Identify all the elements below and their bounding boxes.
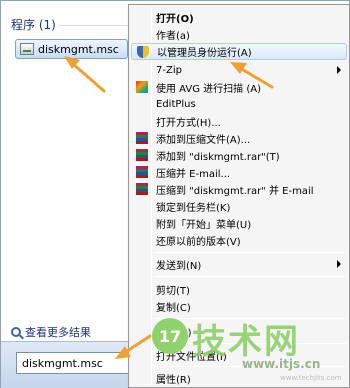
section-divider xyxy=(59,25,135,26)
watermark-badge: 17 xyxy=(152,318,188,354)
menu-item-label: 压缩到 "diskmgmt.rar" 并 E-mail xyxy=(156,186,314,197)
menu-item-cut[interactable]: 剪切(T) xyxy=(131,281,347,298)
menu-item-pin-taskbar[interactable]: 锁定到任务栏(K) xyxy=(131,198,347,215)
menu-item-label: 剪切(T) xyxy=(156,286,190,297)
search-result-label: diskmgmt.msc xyxy=(38,42,119,56)
site-watermark: 17 技术网 www.itjs.cn www.techjits.com xyxy=(152,312,342,384)
winrar-icon xyxy=(136,149,148,161)
menu-item-label: 以管理员身份运行(A) xyxy=(157,48,252,59)
menu-item-label: 添加到 "diskmgmt.rar"(T) xyxy=(156,152,280,163)
winrar-icon xyxy=(136,183,148,195)
see-more-results-link[interactable]: 查看更多结果 xyxy=(11,324,91,340)
uac-shield-icon xyxy=(137,46,149,58)
submenu-arrow-icon xyxy=(337,260,341,268)
menu-item-label: 添加到压缩文件(A)... xyxy=(156,135,251,146)
menu-separator xyxy=(154,276,346,277)
menu-item-add-to-rar[interactable]: 添加到 "diskmgmt.rar"(T) xyxy=(131,147,347,164)
disk-management-icon xyxy=(20,43,34,55)
menu-item-7zip[interactable]: 7-Zip xyxy=(131,62,347,79)
search-icon xyxy=(11,327,21,337)
menu-item-run-as-admin[interactable]: 以管理员身份运行(A) xyxy=(131,43,347,60)
menu-item-author[interactable]: 作者(a) xyxy=(131,26,347,43)
see-more-label: 查看更多结果 xyxy=(25,326,91,339)
menu-item-restore-versions[interactable]: 还原以前的版本(V) xyxy=(131,232,347,249)
submenu-arrow-icon xyxy=(337,66,341,74)
watermark-url-small: www.techjits.com xyxy=(280,374,342,382)
menu-item-editplus[interactable]: EditPlus xyxy=(131,96,347,113)
menu-item-compress-rar-email[interactable]: 压缩到 "diskmgmt.rar" 并 E-mail xyxy=(131,181,347,198)
menu-item-open[interactable]: 打开(O) xyxy=(131,9,347,26)
menu-item-label: 还原以前的版本(V) xyxy=(156,237,241,248)
menu-item-add-to-archive[interactable]: 添加到压缩文件(A)... xyxy=(131,130,347,147)
winrar-icon xyxy=(136,132,148,144)
menu-item-label: EditPlus xyxy=(156,99,196,110)
start-search-input[interactable] xyxy=(16,352,136,374)
menu-item-send-to[interactable]: 发送到(N) xyxy=(131,256,347,273)
watermark-brand: 技术网 xyxy=(192,322,300,362)
menu-item-label: 作者(a) xyxy=(156,31,190,42)
menu-item-label: 压缩并 E-mail... xyxy=(156,169,231,180)
menu-item-avg-scan[interactable]: 使用 AVG 进行扫描 (A) xyxy=(131,79,347,96)
menu-item-label: 打开方式(H)... xyxy=(156,118,221,129)
watermark-url: www.itjs.cn xyxy=(242,357,321,371)
winrar-icon xyxy=(136,166,148,178)
programs-section-header: 程序 (1) xyxy=(11,18,56,32)
menu-item-label: 打开(O) xyxy=(156,14,194,25)
menu-item-label: 附到「开始」菜单(U) xyxy=(156,220,252,231)
menu-item-label: 锁定到任务栏(K) xyxy=(156,203,231,214)
menu-item-label: 7-Zip xyxy=(156,65,182,76)
menu-item-compress-email[interactable]: 压缩并 E-mail... xyxy=(131,164,347,181)
menu-item-pin-start[interactable]: 附到「开始」菜单(U) xyxy=(131,215,347,232)
search-result-item[interactable]: diskmgmt.msc xyxy=(15,39,128,59)
menu-separator xyxy=(154,252,346,253)
menu-item-label: 使用 AVG 进行扫描 (A) xyxy=(156,84,261,95)
avg-icon xyxy=(136,81,148,93)
menu-item-open-with[interactable]: 打开方式(H)... xyxy=(131,113,347,130)
menu-item-label: 发送到(N) xyxy=(156,261,202,272)
